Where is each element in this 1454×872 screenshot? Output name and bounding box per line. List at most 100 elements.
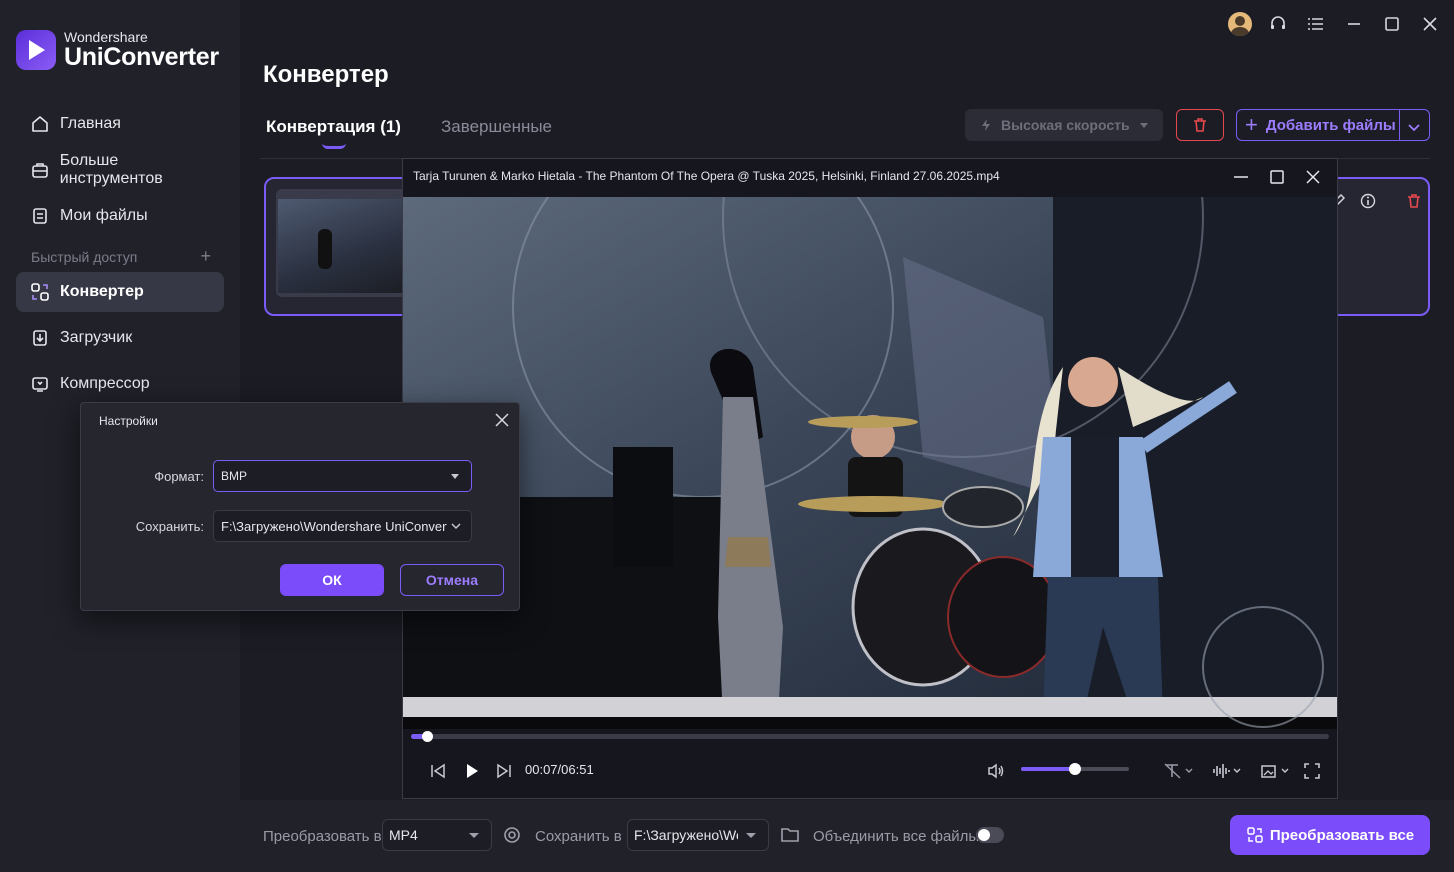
support-button[interactable] <box>1260 6 1296 42</box>
add-quick-access-icon[interactable]: + <box>200 247 211 265</box>
toolbox-icon <box>30 160 50 180</box>
settings-icon[interactable] <box>503 826 521 844</box>
audio-waveform-icon <box>1213 764 1241 778</box>
home-icon <box>30 114 50 134</box>
output-format-select[interactable]: MP4 <box>382 819 492 851</box>
info-icon[interactable] <box>1360 193 1376 209</box>
sidebar-item-home[interactable]: Главная <box>16 104 224 144</box>
sidebar-item-label: Главная <box>60 115 121 132</box>
cancel-button[interactable]: Отмена <box>400 564 504 596</box>
sidebar-item-label: Компрессор <box>60 375 150 392</box>
audio-track-menu[interactable] <box>1207 760 1247 782</box>
crop-icon <box>1261 765 1289 778</box>
player-close-button[interactable] <box>1299 165 1327 189</box>
tab-completed[interactable]: Завершенные <box>441 117 552 137</box>
save-path-select[interactable]: F:\Загружено\Wondershare <box>627 819 769 851</box>
player-minimize-button[interactable] <box>1227 165 1255 189</box>
chevron-down-icon <box>1408 124 1420 132</box>
trash-icon <box>1194 118 1206 132</box>
playback-time: 00:07/06:51 <box>525 762 594 777</box>
format-select[interactable]: BMP <box>213 460 472 492</box>
high-speed-label: Высокая скорость <box>1001 117 1130 133</box>
chevron-down-icon <box>469 833 479 838</box>
volume-slider[interactable] <box>1021 763 1129 775</box>
save-path-value: F:\Загружено\Wondershare <box>634 827 738 843</box>
chevron-down-icon <box>746 833 756 838</box>
add-files-button[interactable]: + Добавить файлы <box>1236 109 1430 141</box>
brand-small: Wondershare <box>64 29 148 45</box>
trash-icon[interactable] <box>1406 193 1422 209</box>
save-location-select[interactable]: F:\Загружено\Wondershare UniConverter <box>213 510 472 542</box>
avatar <box>1228 12 1252 36</box>
merge-files-toggle[interactable] <box>976 827 1004 843</box>
lightning-icon <box>982 119 990 131</box>
tab-indicator <box>322 143 346 149</box>
fullscreen-button[interactable] <box>1301 760 1323 782</box>
next-frame-button[interactable] <box>493 760 515 782</box>
delete-all-button[interactable] <box>1176 109 1224 141</box>
convert-all-button[interactable]: Преобразовать все <box>1230 815 1430 855</box>
settings-dialog: Настройки Формат: BMP Сохранить: F:\Загр… <box>80 402 520 611</box>
add-files-label: Добавить файлы <box>1265 116 1396 134</box>
save-location-value: F:\Загружено\Wondershare UniConverter <box>221 518 462 534</box>
sidebar-item-label: Мои файлы <box>60 207 148 224</box>
close-button[interactable] <box>1412 6 1448 42</box>
sidebar-item-tools[interactable]: Больше инструментов <box>16 150 224 190</box>
subtitle-menu[interactable] <box>1159 760 1199 782</box>
divider <box>1399 110 1400 140</box>
sidebar-item-label: Конвертер <box>60 283 144 300</box>
thumbnail-image <box>278 199 404 293</box>
plus-icon: + <box>1245 112 1258 137</box>
compress-icon <box>30 374 50 394</box>
step-back-icon <box>431 763 445 779</box>
sidebar-item-compressor[interactable]: Компрессор <box>16 364 224 404</box>
maximize-button[interactable] <box>1374 6 1410 42</box>
play-button[interactable] <box>461 760 483 782</box>
previous-frame-button[interactable] <box>427 760 449 782</box>
chevron-down-icon <box>447 517 465 535</box>
tab-converting[interactable]: Конвертация (1) <box>266 117 401 149</box>
sidebar-item-converter[interactable]: Конвертер <box>16 272 224 312</box>
volume-handle[interactable] <box>1069 763 1081 775</box>
progress-handle[interactable] <box>421 731 433 742</box>
ok-button[interactable]: ОК <box>280 564 384 596</box>
close-icon <box>1306 170 1320 184</box>
menu-button[interactable] <box>1298 6 1334 42</box>
volume-button[interactable] <box>985 760 1007 782</box>
file-icon <box>30 206 50 226</box>
close-icon <box>1423 17 1437 31</box>
sidebar-item-my-files[interactable]: Мои файлы <box>16 196 224 236</box>
convert-to-label: Преобразовать в <box>263 828 382 845</box>
playback-progress-bar[interactable] <box>411 731 1329 742</box>
app-logo: Wondershare UniConverter <box>16 30 219 70</box>
quick-access-label: Быстрый доступ <box>31 249 138 265</box>
video-frame[interactable] <box>403 197 1337 729</box>
account-button[interactable] <box>1222 6 1258 42</box>
play-icon <box>467 764 478 778</box>
high-speed-button[interactable]: Высокая скорость <box>965 109 1163 141</box>
add-files-dropdown[interactable] <box>1407 120 1421 137</box>
no-subtitle-icon <box>1164 763 1193 779</box>
title-bar <box>1220 0 1454 48</box>
fullscreen-icon <box>1304 763 1320 779</box>
output-format-value: MP4 <box>389 827 418 843</box>
minimize-icon <box>1234 176 1248 178</box>
video-thumbnail[interactable] <box>276 189 406 297</box>
page-title: Конвертер <box>263 61 389 88</box>
download-icon <box>30 328 50 348</box>
player-maximize-button[interactable] <box>1263 165 1291 189</box>
headset-icon <box>1271 16 1285 29</box>
merge-label: Объединить все файлы <box>813 828 980 845</box>
folder-icon[interactable] <box>780 826 800 844</box>
minimize-button[interactable] <box>1336 6 1372 42</box>
chevron-down-icon <box>1139 122 1148 128</box>
volume-fill <box>1021 767 1075 771</box>
save-to-label: Сохранить в <box>535 828 622 845</box>
converter-icon <box>30 282 50 302</box>
file-card-actions <box>1330 193 1422 209</box>
step-forward-icon <box>497 763 511 779</box>
crop-menu[interactable] <box>1255 760 1295 782</box>
video-player-window: Tarja Turunen & Marko Hietala - The Phan… <box>402 158 1338 799</box>
dialog-close-button[interactable] <box>493 411 511 429</box>
sidebar-item-downloader[interactable]: Загрузчик <box>16 318 224 358</box>
